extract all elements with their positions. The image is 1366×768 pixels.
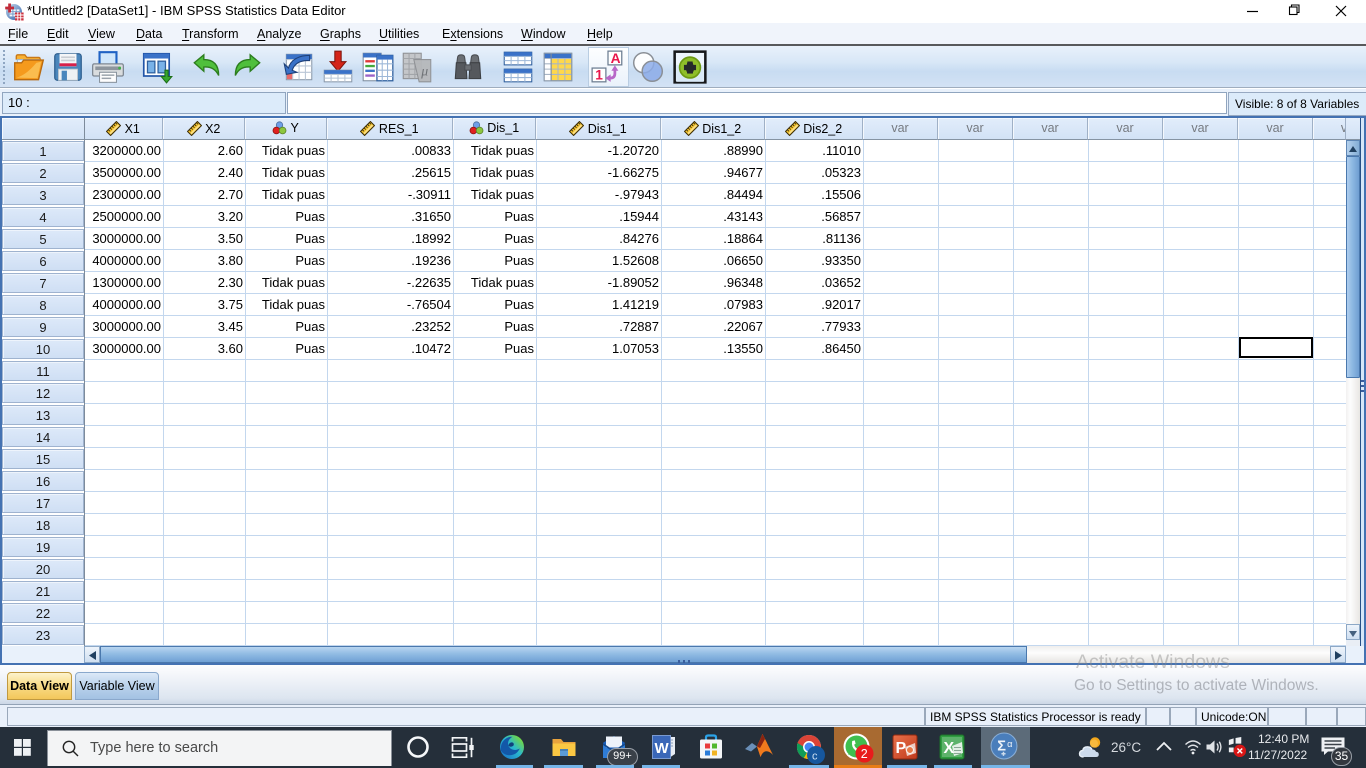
svg-text:W: W xyxy=(655,740,670,757)
svg-text:X: X xyxy=(944,740,955,757)
svg-text:Σ: Σ xyxy=(997,739,1006,755)
svg-text:c: c xyxy=(812,751,818,763)
svg-text:1: 1 xyxy=(595,68,603,83)
svg-text:A: A xyxy=(611,51,621,66)
svg-text:α: α xyxy=(1007,739,1013,749)
svg-text:μ: μ xyxy=(420,63,428,78)
svg-text:2: 2 xyxy=(861,747,868,761)
svg-text:P: P xyxy=(896,740,907,757)
